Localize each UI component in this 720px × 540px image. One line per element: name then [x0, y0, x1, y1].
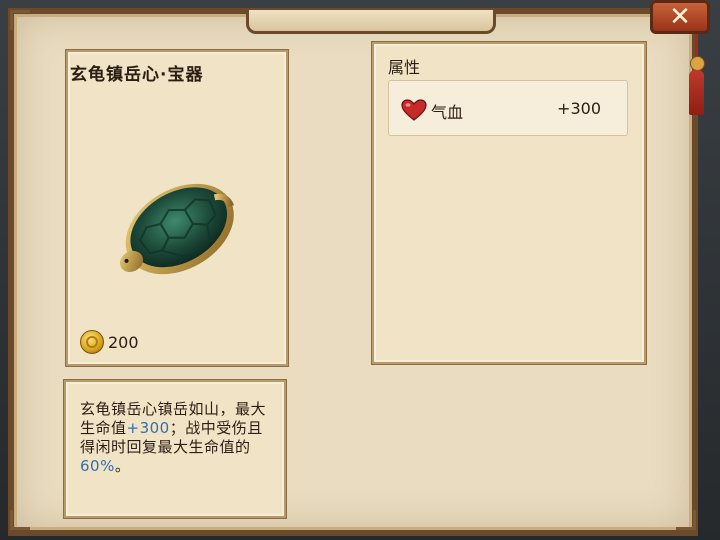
- description-text: 。: [114, 457, 131, 475]
- tassel-knot: [690, 56, 705, 71]
- description-card: 玄龟镇岳心镇岳如山，最大生命值+300；战中受伤且得闲时回复最大生命值的60%。: [64, 380, 286, 518]
- price-display: 200: [80, 330, 139, 354]
- attributes-header: 属性: [388, 58, 421, 77]
- attribute-name: 气血: [431, 103, 464, 122]
- close-button[interactable]: ✕: [650, 0, 710, 34]
- close-icon: ✕: [669, 2, 691, 32]
- title-tab: [246, 10, 496, 34]
- description-highlight: 60%: [80, 457, 115, 475]
- attributes-card: 属性 气血 +300: [372, 42, 646, 364]
- attribute-row: 气血 +300: [388, 80, 628, 136]
- item-description: 玄龟镇岳心镇岳如山，最大生命值+300；战中受伤且得闲时回复最大生命值的60%。: [80, 400, 276, 476]
- item-name: 玄龟镇岳心·宝器: [70, 65, 204, 85]
- corner-ornament: [676, 510, 696, 530]
- item-card: 玄龟镇岳心·宝器 200: [66, 50, 288, 366]
- corner-ornament: [10, 510, 30, 530]
- heart-icon: [401, 99, 427, 121]
- price-value: 200: [108, 332, 139, 352]
- tassel-decoration: [689, 70, 704, 115]
- description-highlight: +300: [126, 419, 170, 437]
- corner-ornament: [10, 10, 30, 30]
- gold-coin-icon: [80, 330, 104, 354]
- turtle-relic-icon: [119, 183, 235, 275]
- attribute-value: +300: [557, 99, 601, 118]
